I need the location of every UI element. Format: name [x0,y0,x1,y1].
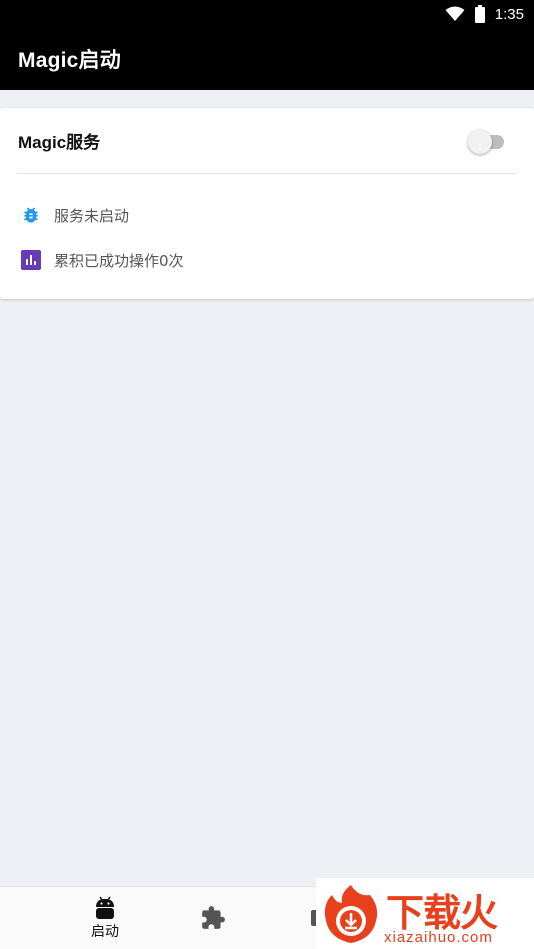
puzzle-icon [202,906,225,929]
wifi-icon [445,6,465,21]
bar-chart-icon [20,249,42,271]
nav-item-launch[interactable]: 启动 [50,887,160,949]
status-icons: 1:35 [445,4,524,24]
page-title: Magic启动 [18,49,121,72]
watermark: 下载火 xiazaihuo.com [316,878,534,949]
service-card: Magic服务 服务未启动 累积已成功操作0次 [0,108,534,299]
card-divider [18,173,516,174]
nav-item-plugins[interactable] [158,887,268,949]
nav-item-launch-label: 启动 [91,924,119,940]
operation-count-label: 累积已成功操作0次 [54,251,184,270]
service-toggle[interactable] [468,128,504,156]
status-time: 1:35 [494,5,524,23]
service-status-row: 服务未启动 [20,203,129,227]
status-bar: 1:35 [0,0,534,28]
battery-icon [474,5,485,23]
flame-logo-icon [324,885,378,943]
service-card-title: Magic服务 [18,133,101,152]
android-icon [96,896,114,919]
operation-count-row: 累积已成功操作0次 [20,248,184,272]
bug-icon [20,204,42,226]
service-status-label: 服务未启动 [54,206,130,225]
service-toggle-thumb [468,130,492,154]
watermark-domain: xiazaihuo.com [384,929,493,946]
app-bar: Magic启动 [0,28,534,90]
